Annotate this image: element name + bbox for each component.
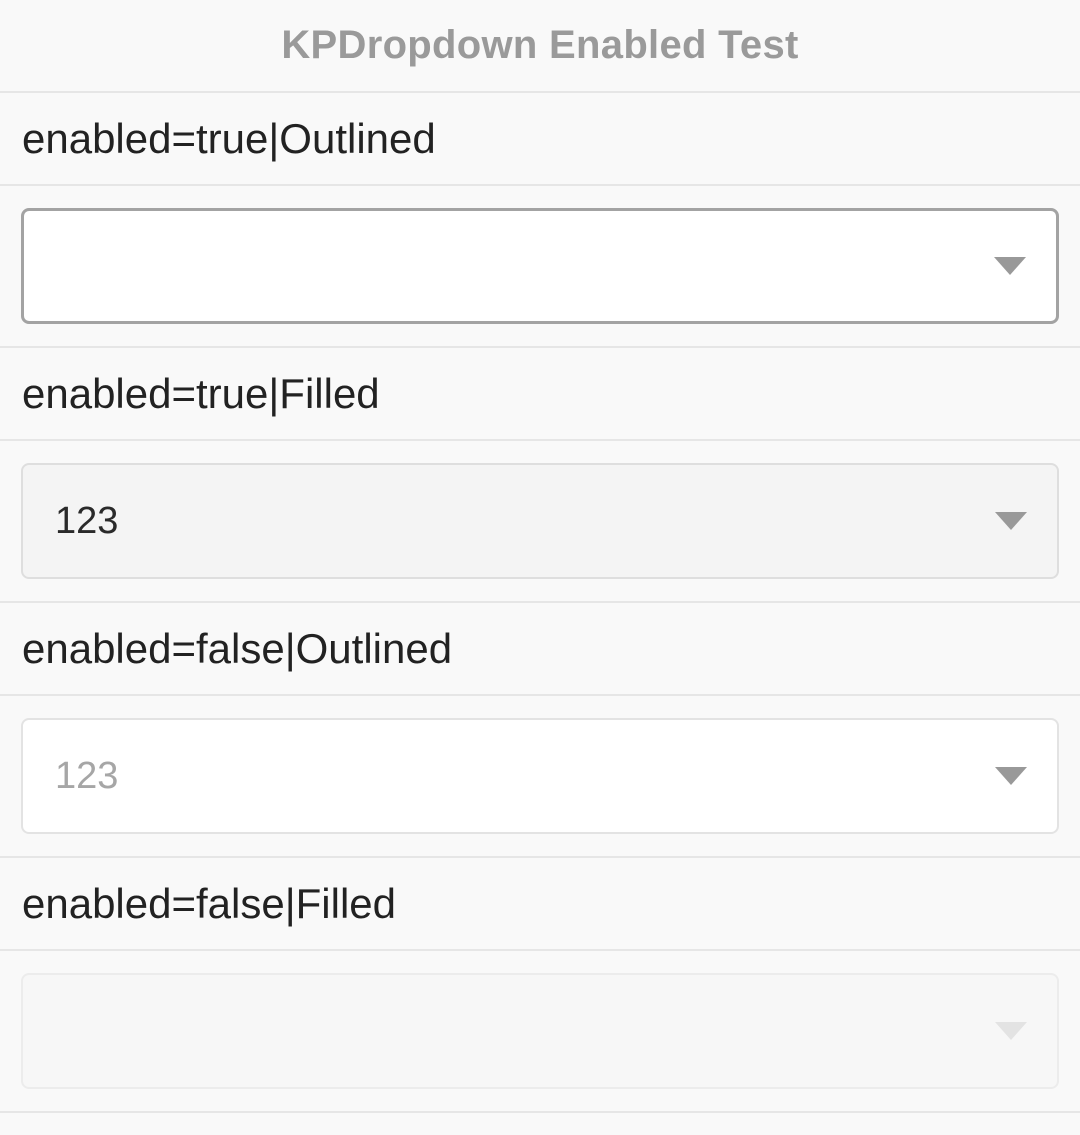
screen: KPDropdown Enabled Test enabled=true|Out… (0, 0, 1080, 1135)
dropdown-enabled-filled[interactable]: 123 (21, 463, 1059, 579)
dropdown-enabled-outlined[interactable] (21, 208, 1059, 324)
chevron-down-icon (995, 767, 1027, 785)
section-label: enabled=true|Filled (22, 369, 380, 417)
section-label: enabled=false|Outlined (22, 624, 453, 672)
dropdown-disabled-filled (21, 973, 1059, 1089)
chevron-down-icon (995, 1022, 1027, 1040)
dropdown-row: 123 (0, 696, 1080, 858)
section-label-row: enabled=false|Outlined (0, 603, 1080, 696)
dropdown-row: 123 (0, 441, 1080, 603)
section-label: enabled=false|Filled (22, 879, 397, 927)
page-title: KPDropdown Enabled Test (281, 23, 799, 67)
section-label-row: enabled=false|Filled (0, 858, 1080, 951)
dropdown-value: 123 (55, 754, 119, 797)
dropdown-row (0, 951, 1080, 1113)
section-label-row: enabled=true|Outlined (0, 93, 1080, 186)
dropdown-value: 123 (55, 499, 119, 542)
section-label: enabled=true|Outlined (22, 114, 436, 162)
section-label-row: enabled=true|Filled (0, 348, 1080, 441)
dropdown-row (0, 186, 1080, 348)
dropdown-disabled-outlined: 123 (21, 718, 1059, 834)
navigation-bar: KPDropdown Enabled Test (0, 0, 1080, 93)
chevron-down-icon[interactable] (995, 512, 1027, 530)
chevron-down-icon[interactable] (994, 257, 1026, 275)
